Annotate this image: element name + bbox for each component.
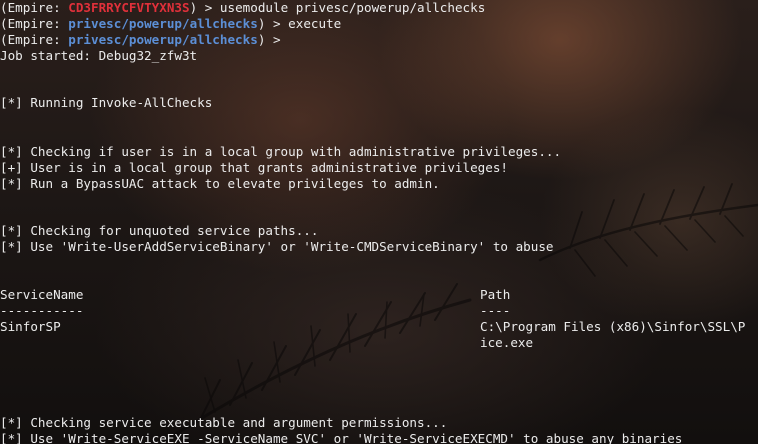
running-line: [*] Running Invoke-AllChecks [0, 95, 213, 110]
table-cell-servicename: SinforSP [0, 319, 61, 334]
prompt-line[interactable]: (Empire: privesc/powerup/allchecks) > [0, 32, 288, 48]
admin-result-line: [+] User is in a local group that grants… [0, 160, 508, 175]
table-cell-path-wrap: ice.exe [480, 335, 534, 350]
table-separator: ---- [480, 303, 511, 318]
permission-check-line: [*] Checking service executable and argu… [0, 415, 448, 430]
table-header-servicename: ServiceName [0, 287, 84, 302]
admin-check-line: [*] Checking if user is in a local group… [0, 144, 562, 159]
unquoted-hint-line: [*] Use 'Write-UserAddServiceBinary' or … [0, 239, 554, 254]
prompt-line: (Empire: privesc/powerup/allchecks) > ex… [0, 16, 342, 31]
terminal-output: (Empire: CD3FRRYCFVTYXN3S) > usemodule p… [0, 0, 758, 444]
prompt-line: (Empire: CD3FRRYCFVTYXN3S) > usemodule p… [0, 0, 486, 15]
table-header-path: Path [480, 287, 511, 302]
permission-hint-line: [*] Use 'Write-ServiceEXE -ServiceName S… [0, 431, 683, 444]
agent-name: CD3FRRYCFVTYXN3S [68, 0, 190, 15]
module-name: privesc/powerup/allchecks [68, 32, 258, 47]
unquoted-check-line: [*] Checking for unquoted service paths.… [0, 223, 319, 238]
table-separator: ----------- [0, 303, 84, 318]
bypassuac-hint-line: [*] Run a BypassUAC attack to elevate pr… [0, 176, 440, 191]
command-text: execute [288, 16, 342, 31]
table-cell-path: C:\Program Files (x86)\Sinfor\SSL\P [480, 319, 746, 334]
job-started-line: Job started: Debug32_zfw3t [0, 48, 198, 63]
command-text: usemodule privesc/powerup/allchecks [219, 0, 486, 15]
module-name: privesc/powerup/allchecks [68, 16, 258, 31]
